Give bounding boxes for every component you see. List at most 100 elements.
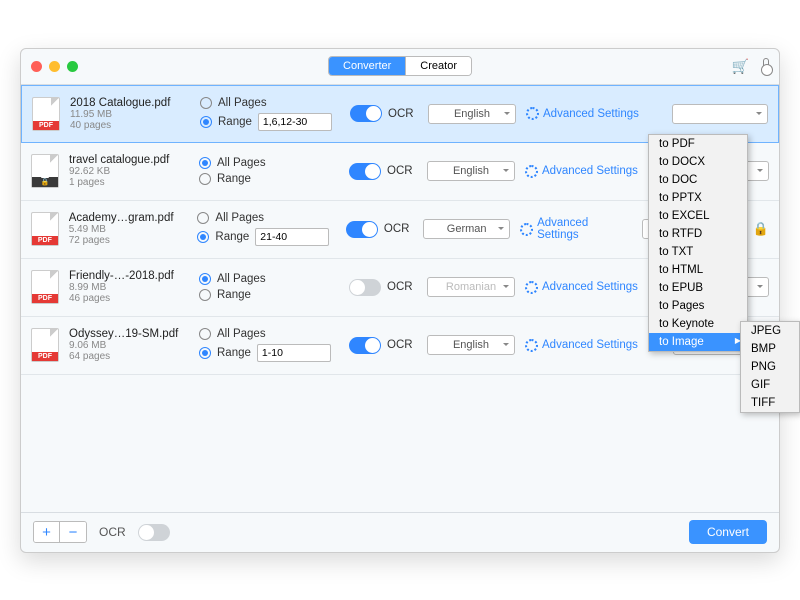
file-size: 9.06 MB — [69, 340, 189, 351]
gear-icon — [526, 107, 539, 120]
ocr-group: OCR — [349, 163, 417, 180]
image-format-submenu[interactable]: JPEGBMPPNGGIFTIFF — [740, 321, 800, 413]
ocr-label: OCR — [388, 108, 414, 120]
thermometer-icon[interactable] — [763, 58, 769, 74]
radio-range[interactable] — [197, 231, 209, 243]
format-option[interactable]: to PDF — [649, 135, 747, 153]
advanced-settings-link[interactable]: Advanced Settings — [526, 107, 639, 120]
format-option[interactable]: to Image — [649, 333, 747, 351]
file-size: 92.62 KB — [69, 166, 189, 177]
minimize-button[interactable] — [49, 61, 60, 72]
cart-icon[interactable]: 🛒 — [732, 58, 749, 75]
tab-creator[interactable]: Creator — [406, 57, 471, 75]
ocr-global-toggle[interactable] — [138, 524, 170, 541]
gear-icon — [520, 223, 533, 236]
ocr-toggle[interactable] — [349, 279, 381, 296]
file-pagecount: 46 pages — [69, 293, 189, 304]
language-select[interactable]: German — [423, 219, 510, 239]
range-input[interactable] — [255, 228, 329, 246]
image-format-option[interactable]: PNG — [741, 358, 799, 376]
radio-all-pages[interactable] — [197, 212, 209, 224]
radio-range[interactable] — [199, 347, 211, 359]
remove-button[interactable]: − — [60, 522, 86, 542]
image-format-option[interactable]: TIFF — [741, 394, 799, 412]
radio-all-pages[interactable] — [199, 157, 211, 169]
ocr-group: OCR — [349, 337, 417, 354]
pdf-file-icon: PDF — [31, 328, 59, 362]
page-range-group: All PagesRange — [199, 157, 339, 185]
radio-range[interactable] — [200, 116, 212, 128]
advanced-settings-link[interactable]: Advanced Settings — [520, 217, 632, 241]
file-pagecount: 1 pages — [69, 177, 189, 188]
ocr-label: OCR — [387, 165, 413, 177]
page-range-group: All PagesRange — [200, 97, 340, 131]
format-option[interactable]: to Keynote — [649, 315, 747, 333]
file-size: 5.49 MB — [69, 224, 188, 235]
radio-range[interactable] — [199, 173, 211, 185]
close-button[interactable] — [31, 61, 42, 72]
format-option[interactable]: to RTFD — [649, 225, 747, 243]
language-select[interactable]: English — [427, 335, 515, 355]
format-option[interactable]: to Pages — [649, 297, 747, 315]
radio-range[interactable] — [199, 289, 211, 301]
format-option[interactable]: to EPUB — [649, 279, 747, 297]
language-select[interactable]: Romanian — [427, 277, 515, 297]
output-format-select[interactable] — [672, 104, 768, 124]
mode-segmented-control[interactable]: Converter Creator — [328, 56, 472, 76]
add-remove-control: + − — [33, 521, 87, 543]
app-window: Converter Creator 🛒 PDF2018 Catalogue.pd… — [20, 48, 780, 553]
range-input[interactable] — [257, 344, 331, 362]
ocr-toggle[interactable] — [349, 337, 381, 354]
radio-all-pages[interactable] — [200, 97, 212, 109]
ocr-label: OCR — [387, 281, 413, 293]
format-option[interactable]: to DOC — [649, 171, 747, 189]
ocr-global-label: OCR — [99, 525, 126, 539]
image-format-option[interactable]: GIF — [741, 376, 799, 394]
advanced-settings-link[interactable]: Advanced Settings — [525, 165, 638, 178]
pdf-file-icon: 🔒 — [31, 154, 59, 188]
format-option[interactable]: to HTML — [649, 261, 747, 279]
ocr-label: OCR — [384, 223, 410, 235]
pdf-file-icon: PDF — [31, 212, 59, 246]
titlebar: Converter Creator 🛒 — [21, 49, 779, 85]
file-size: 11.95 MB — [70, 109, 190, 120]
format-dropdown-menu[interactable]: to PDFto DOCXto DOCto PPTXto EXCELto RTF… — [648, 134, 748, 352]
file-name: Odyssey…19-SM.pdf — [69, 328, 189, 340]
ocr-toggle[interactable] — [346, 221, 378, 238]
format-option[interactable]: to PPTX — [649, 189, 747, 207]
tab-converter[interactable]: Converter — [329, 57, 406, 75]
file-meta: Friendly-…-2018.pdf8.99 MB46 pages — [69, 270, 189, 304]
file-name: Friendly-…-2018.pdf — [69, 270, 189, 282]
file-pagecount: 40 pages — [70, 120, 190, 131]
file-name: Academy…gram.pdf — [69, 212, 188, 224]
add-button[interactable]: + — [34, 522, 60, 542]
range-label: Range — [217, 289, 251, 301]
language-select[interactable]: English — [427, 161, 515, 181]
file-meta: Academy…gram.pdf5.49 MB72 pages — [69, 212, 188, 246]
format-option[interactable]: to EXCEL — [649, 207, 747, 225]
file-name: travel catalogue.pdf — [69, 154, 189, 166]
file-pagecount: 64 pages — [69, 351, 189, 362]
lock-icon[interactable]: 🔒 — [753, 221, 769, 237]
radio-all-pages[interactable] — [199, 273, 211, 285]
zoom-button[interactable] — [67, 61, 78, 72]
pdf-file-icon: PDF — [32, 97, 60, 131]
language-select[interactable]: English — [428, 104, 516, 124]
advanced-settings-link[interactable]: Advanced Settings — [525, 339, 638, 352]
all-pages-label: All Pages — [215, 212, 264, 224]
ocr-group: OCR — [349, 279, 417, 296]
range-label: Range — [217, 347, 251, 359]
ocr-toggle[interactable] — [350, 105, 382, 122]
format-option[interactable]: to DOCX — [649, 153, 747, 171]
convert-button[interactable]: Convert — [689, 520, 767, 544]
all-pages-label: All Pages — [217, 328, 266, 340]
page-range-group: All PagesRange — [199, 273, 339, 301]
ocr-toggle[interactable] — [349, 163, 381, 180]
window-controls — [31, 61, 78, 72]
image-format-option[interactable]: JPEG — [741, 322, 799, 340]
radio-all-pages[interactable] — [199, 328, 211, 340]
advanced-settings-link[interactable]: Advanced Settings — [525, 281, 638, 294]
range-input[interactable] — [258, 113, 332, 131]
image-format-option[interactable]: BMP — [741, 340, 799, 358]
format-option[interactable]: to TXT — [649, 243, 747, 261]
